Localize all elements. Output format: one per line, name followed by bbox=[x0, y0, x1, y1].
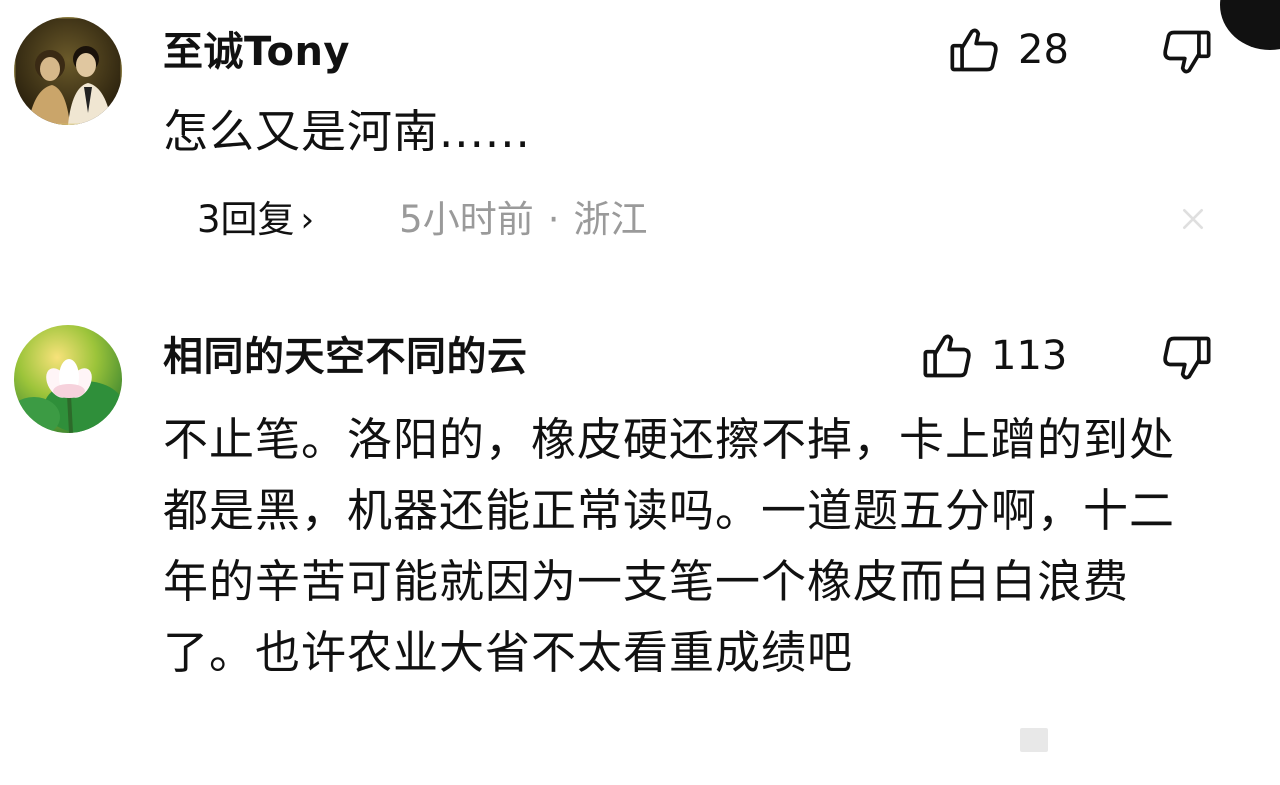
username[interactable]: 相同的天空不同的云 bbox=[163, 337, 528, 377]
like-count: 113 bbox=[991, 333, 1068, 379]
like-button[interactable]: 113 bbox=[921, 330, 1067, 382]
comment-text: 不止笔。洛阳的，橡皮硬还擦不掉，卡上蹭的到处都是黑，机器还能正常读吗。一道题五分… bbox=[163, 413, 1176, 679]
thumbs-down-icon[interactable] bbox=[1161, 332, 1213, 384]
thumbs-up-icon bbox=[923, 334, 971, 378]
avatar[interactable] bbox=[14, 325, 122, 433]
watermark bbox=[1020, 728, 1048, 752]
comment-item: 相同的天空不同的云 113 不止笔。洛阳的，橡皮硬还擦不掉，卡上蹭的到处都是黑，… bbox=[0, 0, 1280, 785]
